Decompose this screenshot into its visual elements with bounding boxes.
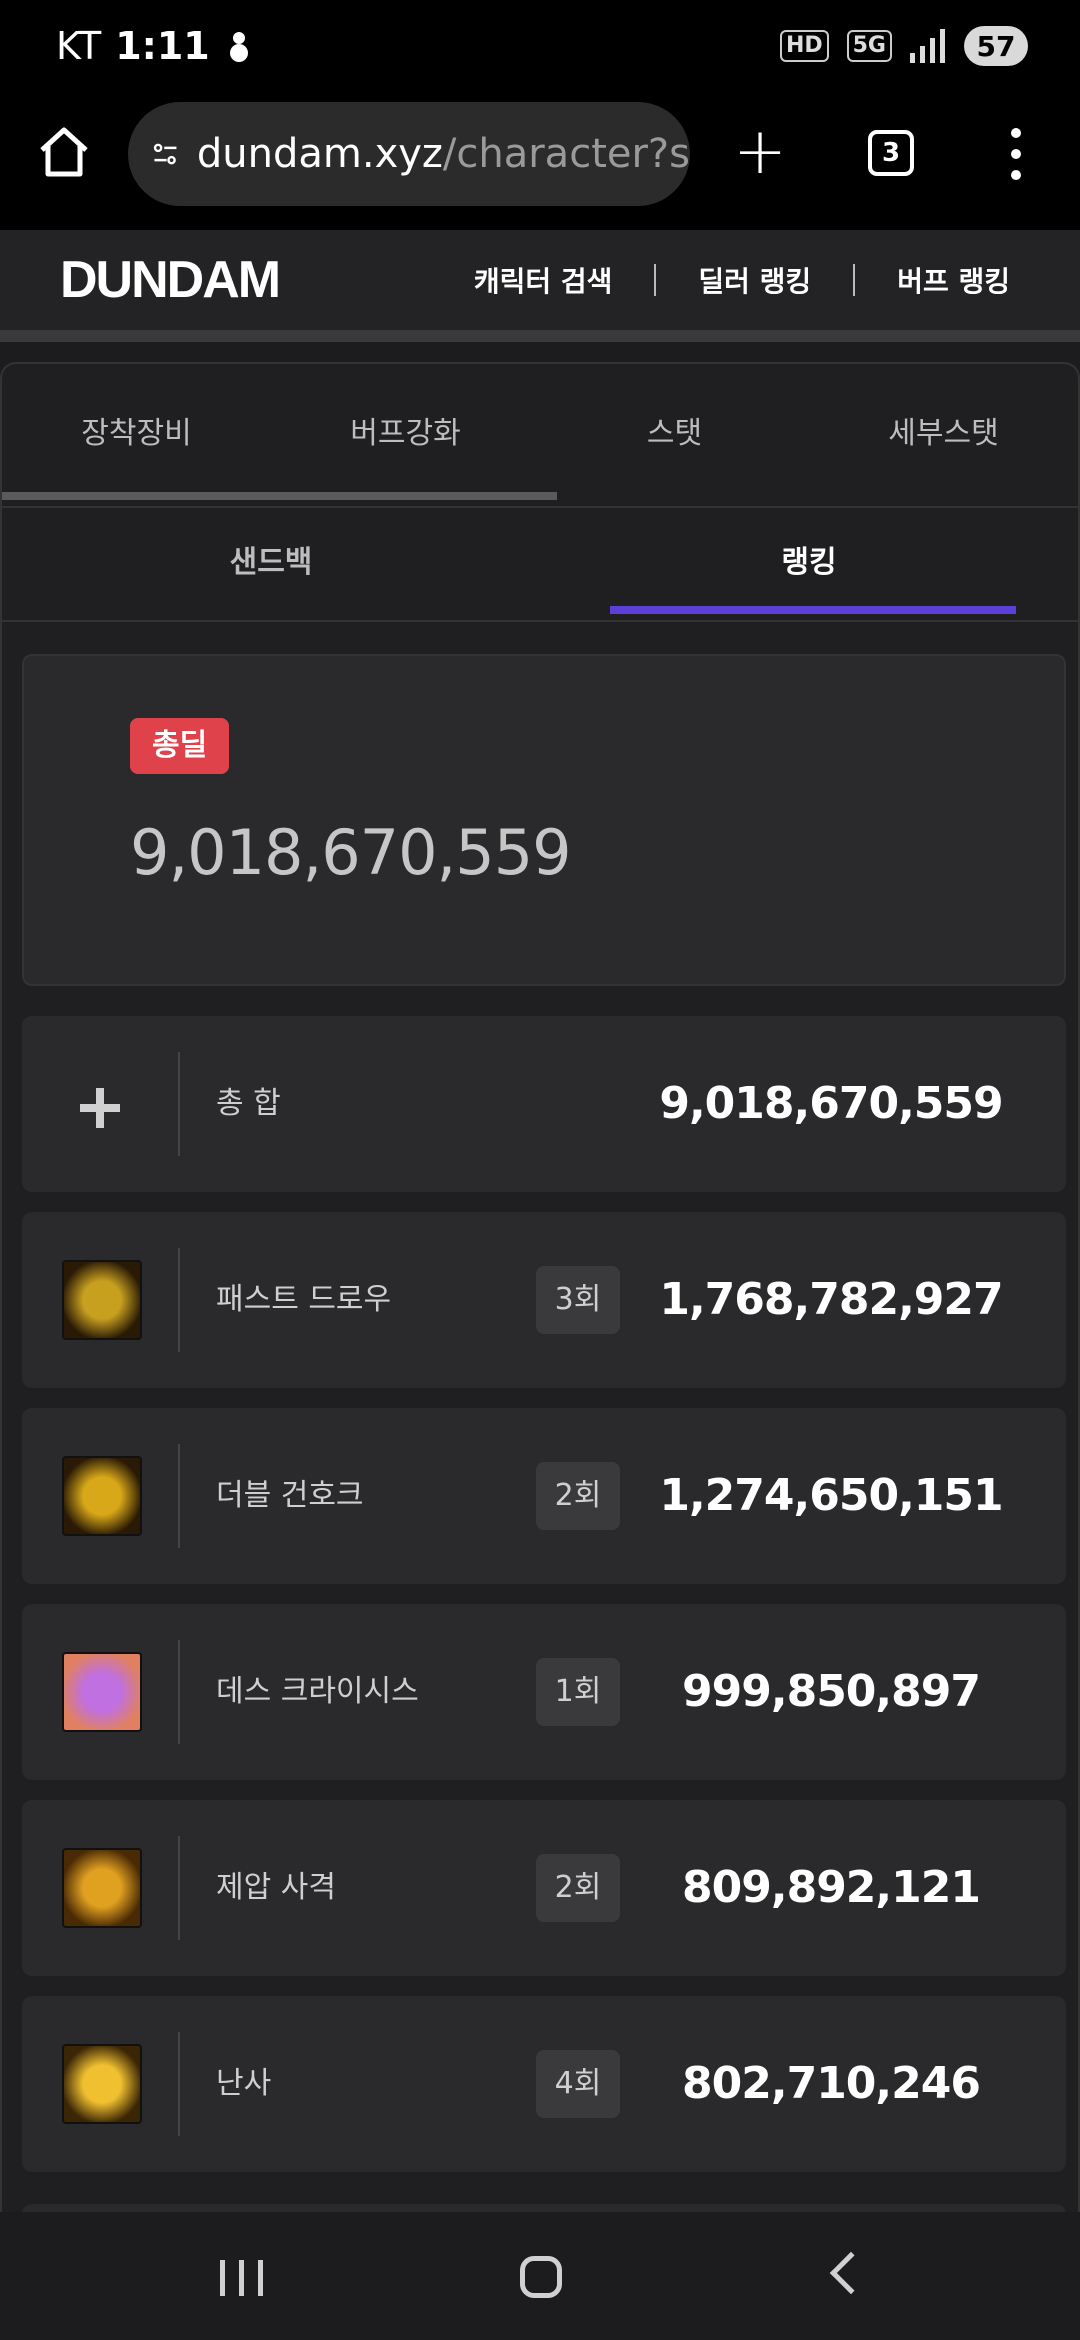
summary-value: 9,018,670,559 bbox=[659, 1078, 1003, 1129]
skill-damage-value: 1,768,782,927 bbox=[659, 1274, 1003, 1325]
sub-tabs: 샌드백 랭킹 bbox=[2, 508, 1078, 620]
url-host: dundam.xyz bbox=[196, 131, 443, 177]
main-content: 장착장비 버프강화 스탯 세부스탯 샌드백 랭킹 총딜 9,018,670,55… bbox=[0, 342, 1080, 2244]
more-menu-icon[interactable] bbox=[1004, 128, 1028, 180]
skill-row[interactable]: 데스 크라이시스 1회 999,850,897 bbox=[22, 1604, 1066, 1780]
tab-switcher-button[interactable]: 3 bbox=[868, 130, 914, 176]
tab-detail-stats[interactable]: 세부스탯 bbox=[809, 364, 1078, 506]
battery-icon: 57 bbox=[964, 26, 1028, 66]
system-nav-bar bbox=[0, 2212, 1080, 2340]
sub-tab-indicator bbox=[610, 606, 1016, 614]
site-header: DUNDAM 캐릭터 검색 딜러 랭킹 버프 랭킹 bbox=[0, 230, 1080, 330]
skill-icon bbox=[62, 1456, 142, 1536]
row-separator bbox=[178, 1444, 180, 1548]
skill-row[interactable]: 난사 4회 802,710,246 bbox=[22, 1996, 1066, 2172]
skill-damage-value: 802,710,246 bbox=[682, 2058, 981, 2109]
tab-equipment[interactable]: 장착장비 bbox=[2, 364, 271, 506]
skill-icon bbox=[62, 1260, 142, 1340]
5g-icon: 5G bbox=[846, 30, 892, 62]
recent-apps-icon[interactable] bbox=[220, 2260, 263, 2296]
header-divider bbox=[0, 330, 1080, 342]
site-nav: 캐릭터 검색 딜러 랭킹 버프 랭킹 bbox=[474, 260, 1010, 300]
skill-name: 제압 사격 bbox=[216, 1870, 336, 1905]
skill-name: 더블 건호크 bbox=[216, 1478, 364, 1513]
skill-damage-value: 809,892,121 bbox=[682, 1862, 981, 1913]
skill-name: 데스 크라이시스 bbox=[216, 1674, 419, 1709]
carrier-label: KT bbox=[56, 24, 102, 68]
back-icon[interactable] bbox=[829, 2251, 873, 2295]
row-separator bbox=[178, 2032, 180, 2136]
tab-ranking[interactable]: 랭킹 bbox=[540, 508, 1078, 620]
row-separator bbox=[178, 1640, 180, 1744]
url-bar[interactable]: dundam.xyz/character?s bbox=[128, 102, 690, 206]
status-left: KT 1:11 bbox=[56, 24, 254, 68]
nav-buff-ranking[interactable]: 버프 랭킹 bbox=[897, 260, 1010, 300]
total-damage-card: 총딜 9,018,670,559 bbox=[22, 654, 1066, 986]
tab-sandbag[interactable]: 샌드백 bbox=[2, 508, 540, 620]
row-separator bbox=[178, 1248, 180, 1352]
hd-icon: HD bbox=[779, 30, 829, 62]
row-separator bbox=[178, 1836, 180, 1940]
summary-name: 총 합 bbox=[216, 1086, 281, 1121]
nav-separator bbox=[853, 264, 856, 296]
skill-icon bbox=[62, 1848, 142, 1928]
skill-name: 패스트 드로우 bbox=[216, 1282, 392, 1317]
skill-icon-image bbox=[62, 1456, 142, 1536]
site-logo[interactable]: DUNDAM bbox=[60, 250, 281, 310]
summary-row[interactable]: 총 합 9,018,670,559 bbox=[22, 1016, 1066, 1192]
top-tab-indicator bbox=[2, 492, 557, 500]
character-panel: 장착장비 버프강화 스탯 세부스탯 샌드백 랭킹 총딜 9,018,670,55… bbox=[0, 362, 1080, 2244]
divider bbox=[2, 620, 1078, 622]
nav-dealer-ranking[interactable]: 딜러 랭킹 bbox=[698, 260, 811, 300]
skill-icon-image bbox=[62, 1652, 142, 1732]
new-tab-button[interactable]: + bbox=[730, 116, 790, 188]
status-right: HD 5G 57 bbox=[779, 26, 1028, 66]
skill-icon-image bbox=[62, 1260, 142, 1340]
skill-row[interactable]: 제압 사격 2회 809,892,121 bbox=[22, 1800, 1066, 1976]
skill-icon-image bbox=[62, 2044, 142, 2124]
skill-name: 난사 bbox=[216, 2066, 272, 2101]
skill-icon bbox=[62, 2044, 142, 2124]
tab-buff-enhance[interactable]: 버프강화 bbox=[271, 364, 540, 506]
status-bar: KT 1:11 HD 5G 57 bbox=[0, 0, 1080, 100]
url-path: /character?s bbox=[442, 131, 690, 177]
total-damage-badge: 총딜 bbox=[130, 718, 230, 774]
skill-damage-value: 1,274,650,151 bbox=[659, 1470, 1003, 1521]
home-icon[interactable] bbox=[34, 122, 94, 182]
clock: 1:11 bbox=[115, 24, 210, 68]
site-settings-icon[interactable] bbox=[152, 132, 179, 176]
browser-toolbar: dundam.xyz/character?s + 3 bbox=[0, 100, 1080, 230]
skill-row[interactable]: 더블 건호크 2회 1,274,650,151 bbox=[22, 1408, 1066, 1584]
expand-icon[interactable] bbox=[80, 1088, 120, 1128]
skill-icon bbox=[62, 1652, 142, 1732]
home-button-icon[interactable] bbox=[520, 2256, 562, 2298]
skill-damage-value: 999,850,897 bbox=[682, 1666, 981, 1717]
skill-icon-image bbox=[62, 1848, 142, 1928]
signal-icon bbox=[910, 29, 945, 63]
skill-row[interactable]: 패스트 드로우 3회 1,768,782,927 bbox=[22, 1212, 1066, 1388]
tab-stats[interactable]: 스탯 bbox=[540, 364, 809, 506]
nav-character-search[interactable]: 캐릭터 검색 bbox=[474, 260, 613, 300]
top-tabs: 장착장비 버프강화 스탯 세부스탯 bbox=[2, 364, 1078, 506]
snowman-icon bbox=[229, 32, 248, 62]
nav-separator bbox=[654, 264, 657, 296]
total-damage-value: 9,018,670,559 bbox=[130, 816, 572, 889]
row-separator bbox=[178, 1052, 180, 1156]
